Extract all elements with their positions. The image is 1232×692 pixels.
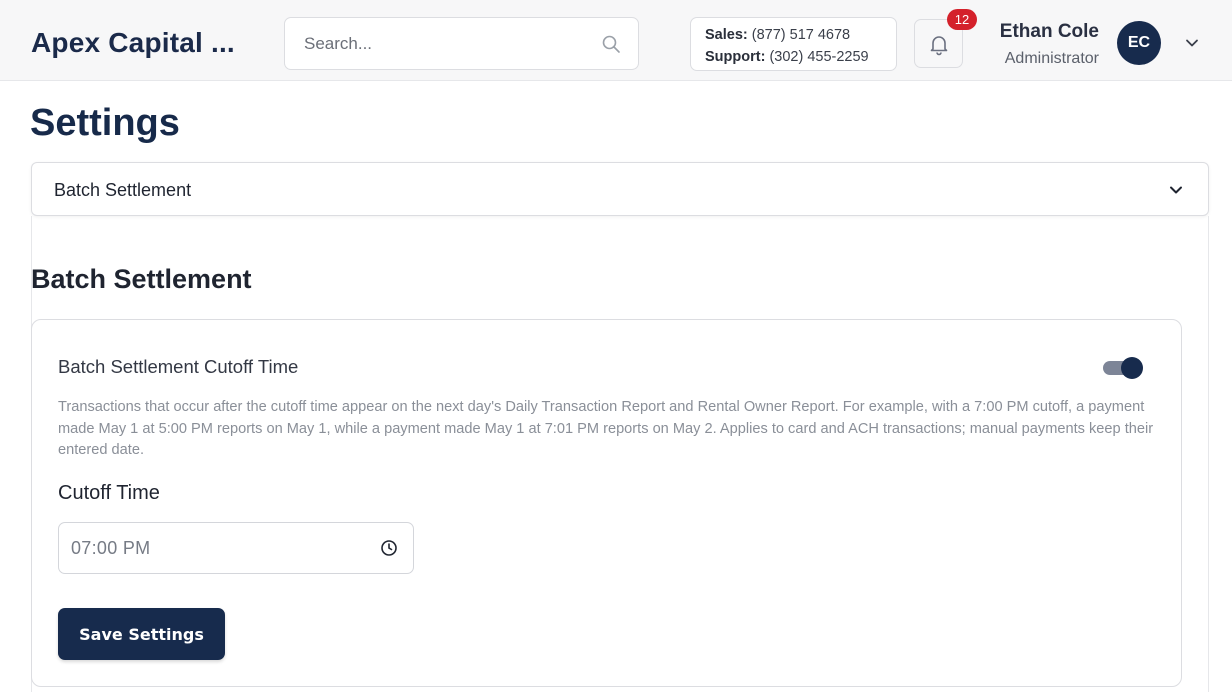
user-role: Administrator bbox=[1004, 50, 1099, 67]
avatar[interactable]: EC bbox=[1117, 21, 1161, 65]
cutoff-time-value[interactable]: 07:00 PM bbox=[71, 538, 150, 559]
cutoff-description: Transactions that occur after the cutoff… bbox=[58, 399, 1154, 458]
support-line: Support: (302) 455-2259 bbox=[705, 46, 896, 68]
selected-category-label: Batch Settlement bbox=[54, 180, 192, 200]
page-title: Settings bbox=[30, 102, 180, 144]
support-phone[interactable]: (302) 455-2259 bbox=[769, 49, 868, 65]
cutoff-enabled-toggle[interactable] bbox=[1103, 357, 1145, 379]
user-name[interactable]: Ethan Cole bbox=[950, 21, 1099, 43]
support-label: Support: bbox=[705, 49, 766, 65]
contact-info: Sales: (877) 517 4678 Support: (302) 455… bbox=[690, 17, 897, 71]
cutoff-time-card: Batch Settlement Cutoff Time Transaction… bbox=[31, 319, 1182, 687]
cutoff-time-input[interactable]: 07:00 PM bbox=[58, 522, 414, 574]
sales-line: Sales: (877) 517 4678 bbox=[705, 24, 896, 46]
chevron-down-icon[interactable] bbox=[1182, 33, 1202, 58]
section-title: Batch Settlement bbox=[31, 264, 252, 294]
chevron-down-icon[interactable] bbox=[1166, 180, 1186, 205]
search-input[interactable] bbox=[285, 18, 638, 69]
card-title: Batch Settlement Cutoff Time bbox=[58, 356, 299, 377]
toggle-thumb bbox=[1121, 357, 1143, 379]
top-bar: Apex Capital ... Sales: (877) 517 4678 S… bbox=[0, 0, 1232, 81]
save-settings-button[interactable]: Save Settings bbox=[58, 608, 225, 660]
clock-icon[interactable] bbox=[380, 539, 398, 562]
search-box[interactable] bbox=[284, 17, 639, 70]
sales-phone[interactable]: (877) 517 4678 bbox=[752, 27, 850, 43]
search-icon[interactable] bbox=[601, 34, 621, 54]
cutoff-time-label: Cutoff Time bbox=[58, 482, 160, 504]
brand-name[interactable]: Apex Capital ... bbox=[31, 27, 235, 59]
bell-icon bbox=[930, 36, 948, 56]
sales-label: Sales: bbox=[705, 27, 748, 43]
settings-category-select[interactable]: Batch Settlement bbox=[31, 162, 1209, 216]
